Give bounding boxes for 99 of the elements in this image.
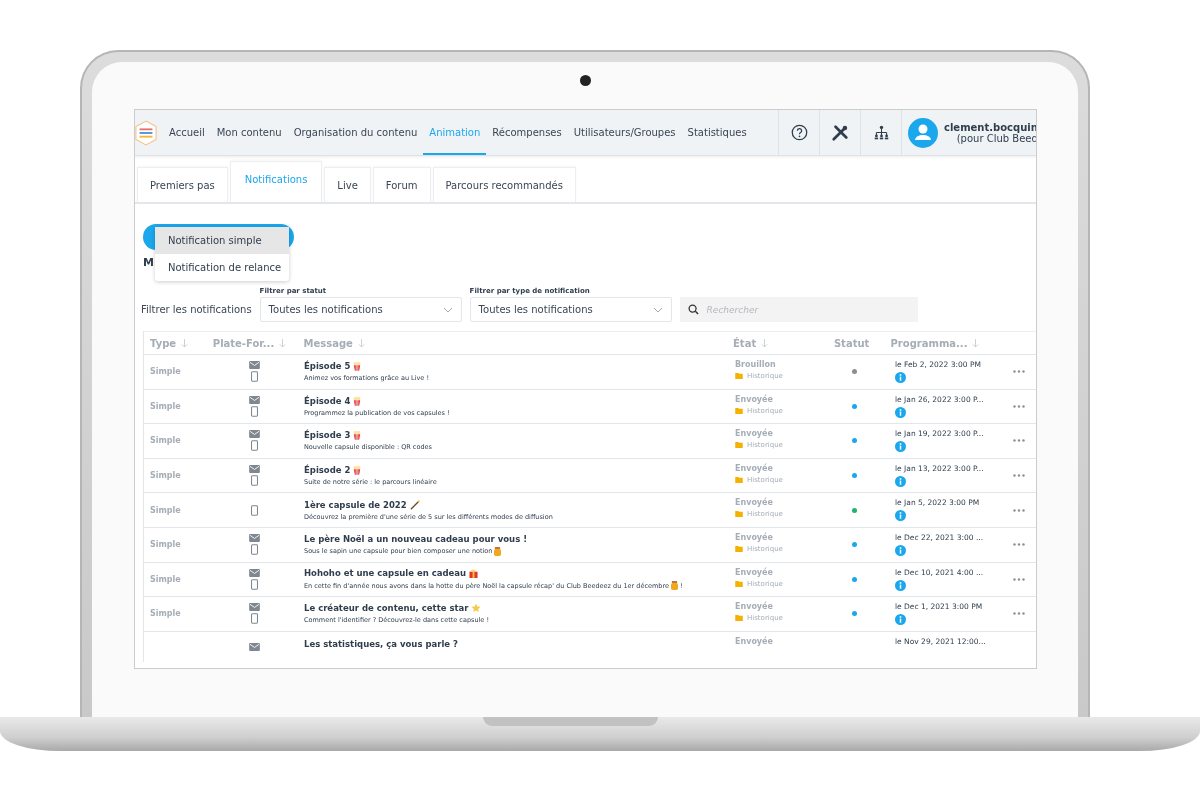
info-icon[interactable] xyxy=(895,614,906,626)
state-label: Envoyée xyxy=(735,498,774,508)
message-title: Épisode 3 xyxy=(304,430,351,441)
camera-icon xyxy=(580,75,591,86)
type-cell: Simple xyxy=(150,401,181,411)
type-cell: Simple xyxy=(150,436,181,446)
more-icon[interactable] xyxy=(1013,404,1025,408)
sort-arrow-icon[interactable] xyxy=(761,338,769,348)
column-header[interactable]: Plate-For... xyxy=(212,337,275,349)
gift-icon xyxy=(469,568,479,578)
nav-link[interactable]: Utilisateurs/Groupes xyxy=(567,110,682,155)
folder-icon xyxy=(735,476,743,483)
tab[interactable]: Parcours recommandés xyxy=(432,167,576,202)
more-icon[interactable] xyxy=(1013,612,1025,616)
more-icon[interactable] xyxy=(1013,474,1025,478)
message-title: Épisode 5 xyxy=(304,361,351,372)
type-cell: Simple xyxy=(150,505,181,515)
folder-icon xyxy=(735,373,743,379)
popcorn-icon xyxy=(353,395,362,406)
state-label: Envoyée xyxy=(735,394,774,404)
state-label: Envoyée xyxy=(735,429,774,439)
nav-link[interactable]: Animation xyxy=(423,110,487,155)
menu-item[interactable]: Notification de relance xyxy=(155,254,289,281)
folder-icon xyxy=(735,580,743,587)
more-icon[interactable] xyxy=(1013,543,1025,547)
more-icon[interactable] xyxy=(1013,370,1025,374)
more-icon[interactable] xyxy=(1013,508,1025,512)
message-title: Le père Noël a un nouveau cadeau pour vous ! xyxy=(304,533,528,544)
search-input[interactable]: Rechercher xyxy=(704,303,909,316)
message-title: Le créateur de contenu, cette star xyxy=(304,603,469,614)
type-cell: Simple xyxy=(150,574,181,584)
tab[interactable]: Live xyxy=(324,167,371,202)
message-title: Les statistiques, ça vous parle ? xyxy=(304,638,458,649)
tools-icon[interactable] xyxy=(831,123,849,142)
type-cell: Simple xyxy=(150,471,181,481)
state-label: Envoyée xyxy=(735,567,774,577)
message-title: Épisode 4 xyxy=(304,395,351,406)
tab[interactable]: Notifications xyxy=(229,161,323,202)
state-label: Brouillon xyxy=(735,360,777,369)
tab[interactable]: Forum xyxy=(372,167,431,202)
section-heading: M xyxy=(143,256,154,271)
info-icon[interactable] xyxy=(895,544,906,556)
info-icon[interactable] xyxy=(895,510,906,522)
folder-icon xyxy=(735,615,743,622)
help-icon[interactable] xyxy=(790,124,808,141)
folder-icon xyxy=(735,407,743,414)
search-icon xyxy=(687,304,699,315)
hierarchy-icon[interactable] xyxy=(872,124,890,141)
column-header[interactable]: Statut xyxy=(833,337,870,349)
state-label: Envoyée xyxy=(735,532,774,542)
folder-icon xyxy=(735,442,743,449)
message-title: Hohoho et une capsule en cadeau xyxy=(304,568,467,579)
column-header[interactable]: Type xyxy=(150,337,177,349)
sort-arrow-icon[interactable] xyxy=(357,338,365,348)
nav-link[interactable]: Accueil xyxy=(163,110,211,155)
sort-arrow-icon[interactable] xyxy=(181,338,189,348)
state-label: Envoyée xyxy=(735,636,774,646)
column-header[interactable]: Message xyxy=(303,337,353,349)
more-icon[interactable] xyxy=(1013,577,1025,581)
star-icon xyxy=(471,603,482,614)
folder-icon xyxy=(735,545,743,552)
popcorn-icon xyxy=(353,361,362,372)
nav-link[interactable]: Récompenses xyxy=(486,110,568,155)
menu-item[interactable]: Notification simple xyxy=(155,227,289,254)
chevron-down-icon[interactable] xyxy=(652,306,663,313)
type-cell: Simple xyxy=(150,540,181,550)
honey-jar-icon xyxy=(670,581,678,591)
state-label: Envoyée xyxy=(735,463,774,473)
status-select[interactable]: Toutes les notifications xyxy=(259,297,462,322)
tab[interactable]: Premiers pas xyxy=(137,167,228,202)
type-select[interactable]: Toutes les notifications xyxy=(469,297,672,322)
column-header[interactable]: État xyxy=(733,337,757,349)
popcorn-icon xyxy=(353,430,362,441)
type-cell: Simple xyxy=(150,609,181,619)
sort-arrow-icon[interactable] xyxy=(972,338,980,348)
info-icon[interactable] xyxy=(895,406,906,418)
wand-icon xyxy=(409,499,420,510)
filter-label: Filtrer les notifications xyxy=(141,303,252,317)
state-label: Envoyée xyxy=(735,602,774,612)
more-icon[interactable] xyxy=(1013,439,1025,443)
info-icon[interactable] xyxy=(895,372,906,383)
folder-icon xyxy=(735,511,743,518)
search-field[interactable]: Rechercher xyxy=(679,297,918,322)
message-title: Épisode 2 xyxy=(304,465,351,476)
info-icon[interactable] xyxy=(895,579,906,591)
avatar-icon[interactable] xyxy=(908,117,938,148)
column-header[interactable]: Programma... xyxy=(890,337,968,349)
type-cell: Simple xyxy=(150,367,181,377)
info-icon[interactable] xyxy=(895,475,906,487)
chevron-down-icon[interactable] xyxy=(442,306,453,313)
nav-link[interactable]: Mon contenu xyxy=(210,110,288,155)
nav-link[interactable]: Statistiques xyxy=(681,110,753,155)
honey-jar-icon xyxy=(494,546,502,556)
sort-arrow-icon[interactable] xyxy=(279,338,287,348)
user-organization: (pour Club Beed xyxy=(956,132,1036,144)
message-title: 1ère capsule de 2022 xyxy=(304,499,407,510)
nav-link[interactable]: Organisation du contenu xyxy=(287,110,424,155)
popcorn-icon xyxy=(353,465,362,476)
info-icon[interactable] xyxy=(895,441,906,453)
